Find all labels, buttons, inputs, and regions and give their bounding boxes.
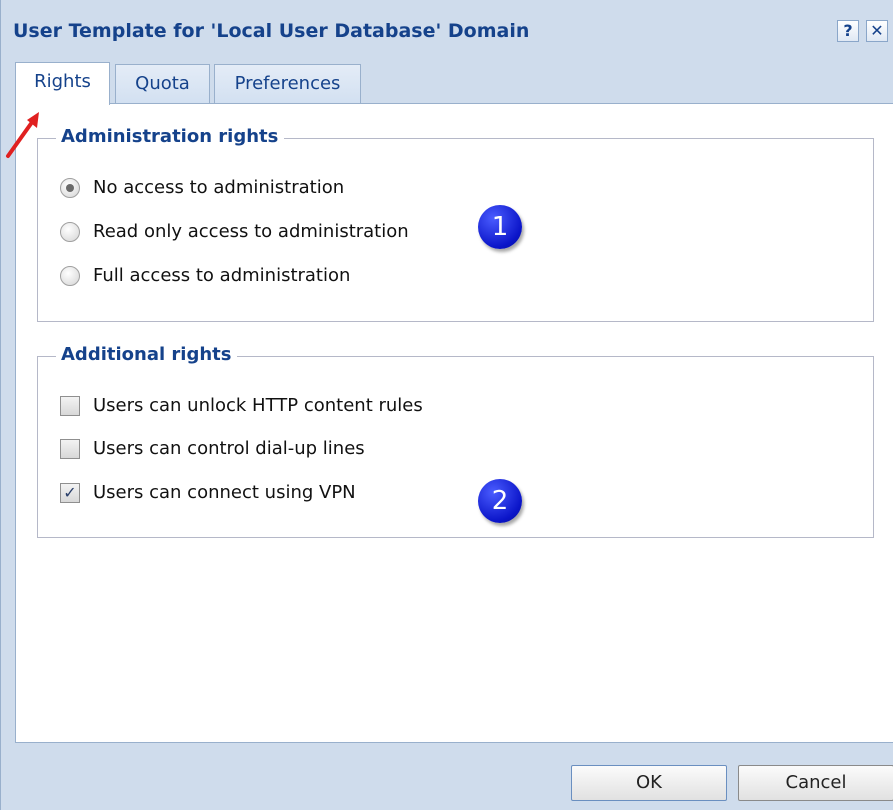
additional-rights-legend: Additional rights: [56, 344, 238, 365]
user-template-dialog: User Template for 'Local User Database' …: [0, 0, 893, 810]
checkbox-label[interactable]: Users can connect using VPN: [93, 482, 356, 503]
checkbox-label[interactable]: Users can control dial-up lines: [93, 438, 365, 459]
ok-button[interactable]: OK: [571, 765, 727, 801]
dialog-titlebar[interactable]: User Template for 'Local User Database' …: [1, 0, 893, 62]
radio-label[interactable]: No access to administration: [93, 177, 344, 198]
help-icon[interactable]: ?: [837, 20, 859, 42]
radio-label[interactable]: Read only access to administration: [93, 221, 409, 242]
annotation-badge-1: 1: [478, 205, 522, 249]
radio-label[interactable]: Full access to administration: [93, 265, 350, 286]
radio-unselected-icon[interactable]: [60, 266, 80, 286]
checkbox-unchecked-icon[interactable]: [60, 439, 80, 459]
tab-quota[interactable]: Quota: [115, 64, 210, 104]
checkbox-unchecked-icon[interactable]: [60, 396, 80, 416]
additional-rights-group: Additional rights Users can unlock HTTP …: [37, 344, 874, 538]
checkbox-label[interactable]: Users can unlock HTTP content rules: [93, 395, 423, 416]
tab-preferences[interactable]: Preferences: [214, 64, 361, 104]
radio-selected-icon[interactable]: [60, 178, 80, 198]
annotation-badge-2: 2: [478, 479, 522, 523]
rights-panel: Administration rights No access to admin…: [15, 103, 893, 743]
cancel-button[interactable]: Cancel: [738, 765, 893, 801]
administration-rights-group: Administration rights No access to admin…: [37, 126, 874, 322]
close-icon[interactable]: ✕: [866, 20, 888, 42]
checkbox-checked-icon[interactable]: ✓: [60, 483, 80, 503]
tab-rights[interactable]: Rights: [15, 62, 110, 105]
administration-rights-legend: Administration rights: [56, 126, 285, 147]
tab-strip: Rights Quota Preferences: [15, 62, 893, 105]
dialog-title: User Template for 'Local User Database' …: [13, 20, 530, 42]
radio-unselected-icon[interactable]: [60, 222, 80, 242]
annotation-arrow-icon: [6, 112, 39, 158]
